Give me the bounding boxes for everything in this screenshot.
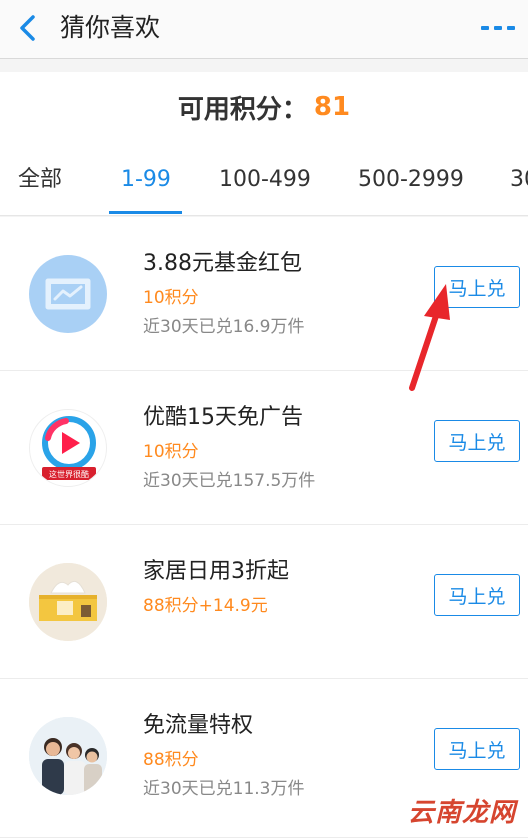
tab-1-99[interactable]: 1-99 [121,142,171,215]
item-sold-count: 近30天已兑16.9万件 [143,317,305,337]
item-title: 家居日用3折起 [143,559,289,584]
redeem-button[interactable]: 马上兑 [434,420,520,462]
item-title: 免流量特权 [143,713,254,738]
more-button[interactable] [478,18,518,38]
active-tab-indicator [109,211,182,214]
watermark: 云南龙网 [407,798,516,828]
redeem-button[interactable]: 马上兑 [434,574,520,616]
tab-500-2999[interactable]: 500-2999 [358,142,464,215]
points-label: 可用积分： [177,94,308,125]
annotation-arrow-icon [409,284,450,391]
back-button[interactable] [12,12,42,44]
item-title: 优酷15天免广告 [143,405,303,430]
item-title: 3.88元基金红包 [143,251,302,276]
tab-100-499[interactable]: 100-499 [219,142,311,215]
points-value: 81 [313,92,351,122]
item-price: 10积分 [143,442,199,462]
item-price: 88积分 [143,750,199,770]
available-points: 可用积分： 81 [0,72,528,142]
more-dots-icon [481,26,515,30]
people-photo [29,717,107,795]
item-sold-count: 近30天已兑11.3万件 [143,779,305,799]
youku-badge-text: 这世界很酷 [49,469,89,479]
redeem-button[interactable]: 马上兑 [434,728,520,770]
app-header: 猜你喜欢 [0,0,528,59]
item-price: 88积分+14.9元 [143,596,268,616]
item-sold-count: 近30天已兑157.5万件 [143,471,316,491]
youku-logo: 这世界很酷 [29,409,107,487]
tissue-box-image [29,563,107,641]
tab-all[interactable]: 全部 [18,142,62,215]
list-item[interactable]: 家居日用3折起 88积分+14.9元 马上兑 [0,525,528,679]
points-range-tabs: 全部 1-99 100-499 500-2999 3000+ [0,142,528,216]
item-price: 10积分 [143,288,199,308]
tab-3000-plus[interactable]: 3000+ [510,142,528,215]
chart-envelope-icon [29,255,107,333]
back-arrow-icon [20,15,35,41]
page-title: 猜你喜欢 [60,13,161,42]
